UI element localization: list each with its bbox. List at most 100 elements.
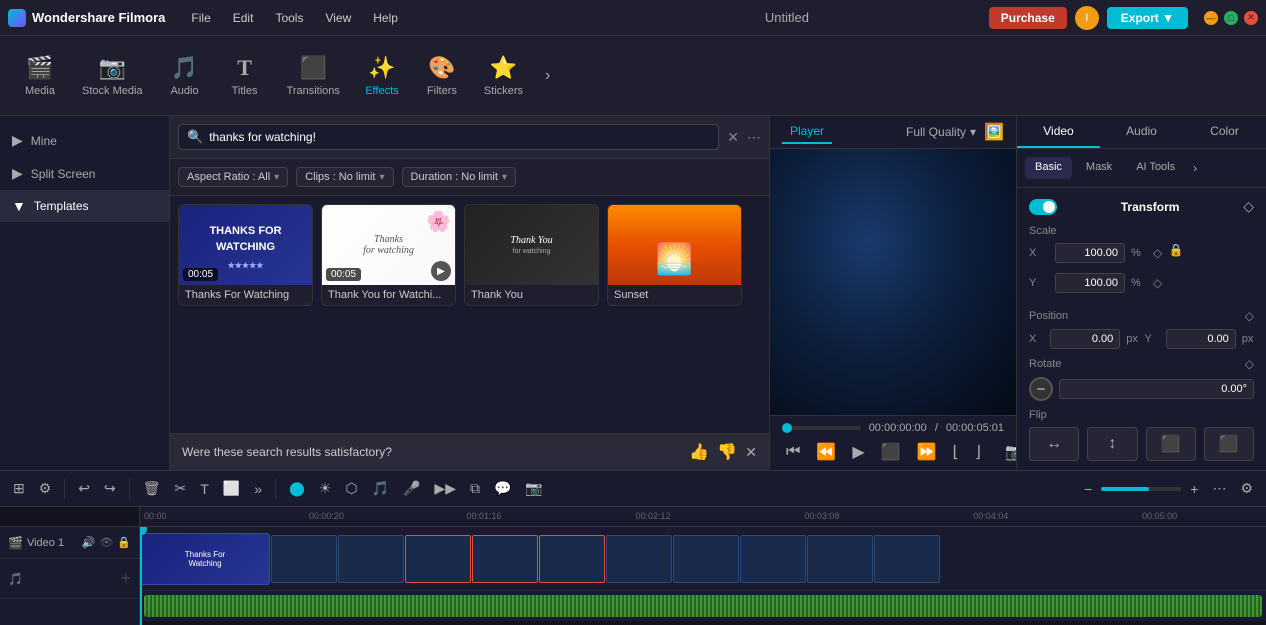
purchase-button[interactable]: Purchase bbox=[989, 7, 1067, 29]
snapshot-tl-button[interactable]: 📷 bbox=[520, 477, 547, 500]
clips-filter[interactable]: Clips : No limit ▾ bbox=[296, 167, 393, 187]
main-clip[interactable]: Thanks ForWatching bbox=[140, 533, 270, 585]
crop-button[interactable]: ⬜ bbox=[218, 477, 245, 500]
frame-back-button[interactable]: ⏪ bbox=[812, 440, 840, 464]
clip-6[interactable] bbox=[539, 535, 605, 583]
transform-diamond-icon[interactable]: ◇ bbox=[1243, 198, 1254, 215]
duration-filter[interactable]: Duration : No limit ▾ bbox=[402, 167, 516, 187]
undo-button[interactable]: ↩ bbox=[73, 477, 95, 500]
flip-diagonal-button[interactable]: ⬛ bbox=[1146, 427, 1196, 461]
tool-filters[interactable]: 🎨 Filters bbox=[414, 47, 470, 105]
menu-help[interactable]: Help bbox=[363, 7, 408, 29]
menu-file[interactable]: File bbox=[181, 7, 220, 29]
video-track-vol-icon[interactable]: 🔊 bbox=[82, 536, 96, 549]
cut-button[interactable]: ✂ bbox=[170, 477, 192, 500]
rotate-input[interactable] bbox=[1059, 379, 1254, 399]
tool-titles[interactable]: T Titles bbox=[217, 47, 273, 105]
rotate-knob[interactable] bbox=[1029, 377, 1053, 401]
position-diamond-icon[interactable]: ◇ bbox=[1245, 309, 1254, 323]
clip-4[interactable] bbox=[405, 535, 471, 583]
result-card-2[interactable]: Thanksfor watching 🌸 00:05 ▶ Thank You f… bbox=[321, 204, 456, 306]
brightness-icon[interactable]: ☀ bbox=[314, 477, 337, 500]
flip-diagonal2-button[interactable]: ⬛ bbox=[1204, 427, 1254, 461]
audio-tl-button[interactable]: 🎵 bbox=[367, 477, 394, 500]
menu-tools[interactable]: Tools bbox=[265, 7, 313, 29]
clip-9[interactable] bbox=[740, 535, 806, 583]
mask-button[interactable]: ⬡ bbox=[340, 477, 362, 500]
zoom-track[interactable] bbox=[1101, 487, 1181, 491]
tool-stock-media[interactable]: 📷 Stock Media bbox=[72, 47, 153, 105]
minimize-button[interactable]: — bbox=[1204, 11, 1218, 25]
result-card-1[interactable]: THANKS FORWATCHING ★★★★★ 00:05 Thanks Fo… bbox=[178, 204, 313, 306]
feedback-thumbs-down[interactable]: 👎 bbox=[717, 442, 737, 462]
clip-7[interactable] bbox=[606, 535, 672, 583]
rotate-diamond-icon[interactable]: ◇ bbox=[1245, 357, 1254, 371]
zoom-out-button[interactable]: − bbox=[1079, 478, 1097, 500]
scale-x-diamond-icon[interactable]: ◇ bbox=[1153, 246, 1162, 260]
position-y-input[interactable] bbox=[1166, 329, 1236, 349]
snapshot-icon[interactable]: 🖼️ bbox=[984, 122, 1004, 142]
clip-10[interactable] bbox=[807, 535, 873, 583]
color-button[interactable]: ⬤ bbox=[284, 477, 310, 500]
more-tl-button[interactable]: ⋯ bbox=[1207, 477, 1231, 500]
add-track-button[interactable]: ⊞ bbox=[8, 477, 30, 500]
pip-button[interactable]: ⧉ bbox=[465, 477, 485, 500]
frame-forward-button[interactable]: ⏩ bbox=[913, 440, 941, 464]
result-card-4[interactable]: 🌅 Sunset bbox=[607, 204, 742, 306]
motion-button[interactable]: ▶▶ bbox=[429, 477, 461, 500]
tool-audio[interactable]: 🎵 Audio bbox=[157, 47, 213, 105]
clip-3[interactable] bbox=[338, 535, 404, 583]
player-tab[interactable]: Player bbox=[782, 120, 832, 144]
clip-5[interactable]: Click to Replace Material bbox=[472, 535, 538, 583]
subtab-basic[interactable]: Basic bbox=[1025, 157, 1072, 179]
search-input-wrap[interactable]: 🔍 bbox=[178, 124, 719, 150]
tab-audio[interactable]: Audio bbox=[1100, 116, 1183, 148]
search-clear-icon[interactable]: ✕ bbox=[727, 129, 739, 146]
result-card-3[interactable]: Thank You for watching Thank You bbox=[464, 204, 599, 306]
export-button[interactable]: Export ▼ bbox=[1107, 7, 1188, 29]
sidebar-item-mine[interactable]: ▶ Mine bbox=[0, 124, 169, 157]
tab-color[interactable]: Color bbox=[1183, 116, 1266, 148]
subtitle-button[interactable]: 💬 bbox=[489, 477, 516, 500]
video-track-eye-icon[interactable]: 👁 bbox=[99, 536, 113, 549]
aspect-ratio-filter[interactable]: Aspect Ratio : All ▾ bbox=[178, 167, 288, 187]
position-x-input[interactable] bbox=[1050, 329, 1120, 349]
search-more-icon[interactable]: ⋯ bbox=[747, 129, 761, 146]
scale-lock-icon[interactable]: 🔒 bbox=[1169, 243, 1184, 257]
toolbar-more-icon[interactable]: › bbox=[537, 59, 558, 93]
playhead[interactable] bbox=[140, 527, 142, 625]
tool-media[interactable]: 🎬 Media bbox=[12, 47, 68, 105]
sidebar-item-templates[interactable]: ▼ Templates bbox=[0, 190, 169, 222]
tab-video[interactable]: Video bbox=[1017, 116, 1100, 148]
video-track-lock-icon[interactable]: 🔒 bbox=[117, 536, 131, 549]
zoom-in-button[interactable]: + bbox=[1185, 478, 1203, 500]
flip-horizontal-button[interactable]: ↔ bbox=[1029, 427, 1079, 461]
scale-x-input[interactable] bbox=[1055, 243, 1125, 263]
voice-button[interactable]: 🎤 bbox=[398, 477, 425, 500]
sidebar-item-split-screen[interactable]: ▶ Split Screen bbox=[0, 157, 169, 190]
feedback-thumbs-up[interactable]: 👍 bbox=[689, 442, 709, 462]
maximize-button[interactable]: □ bbox=[1224, 11, 1238, 25]
scale-y-diamond-icon[interactable]: ◇ bbox=[1153, 276, 1162, 290]
transform-toggle[interactable] bbox=[1029, 199, 1057, 215]
skip-back-button[interactable]: ⏮ bbox=[782, 441, 804, 463]
tool-transitions[interactable]: ⬛ Transitions bbox=[277, 47, 350, 105]
redo-button[interactable]: ↪ bbox=[99, 477, 121, 500]
delete-button[interactable]: 🗑 bbox=[138, 477, 166, 500]
add-audio-track-button[interactable]: + bbox=[120, 568, 131, 589]
progress-track[interactable] bbox=[782, 426, 861, 430]
clip-8[interactable] bbox=[673, 535, 739, 583]
tool-stickers[interactable]: ⭐ Stickers bbox=[474, 47, 533, 105]
clip-2[interactable] bbox=[271, 535, 337, 583]
subtab-ai-tools[interactable]: AI Tools bbox=[1126, 157, 1185, 179]
settings-tl-button[interactable]: ⚙ bbox=[1235, 477, 1258, 500]
search-input[interactable] bbox=[209, 130, 710, 144]
subtab-mask[interactable]: Mask bbox=[1076, 157, 1122, 179]
menu-view[interactable]: View bbox=[315, 7, 361, 29]
settings-icon[interactable]: ⚙ bbox=[34, 477, 57, 500]
feedback-close-icon[interactable]: ✕ bbox=[745, 444, 757, 461]
clip-11[interactable] bbox=[874, 535, 940, 583]
flip-vertical-button[interactable]: ↕ bbox=[1087, 427, 1137, 461]
quality-select[interactable]: Full Quality ▾ bbox=[906, 125, 976, 139]
more-effects-button[interactable]: » bbox=[249, 478, 267, 500]
